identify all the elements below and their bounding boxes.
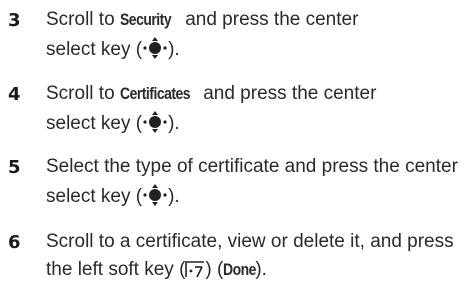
step-4: 4 Scroll to Certificates and press the c… (0, 83, 466, 138)
nav-center-key-icon (143, 37, 167, 59)
step-text-line-1: Select the type of certificate and press… (46, 156, 458, 178)
step-text: select key ( (46, 186, 143, 207)
step-text: and press the center (197, 83, 377, 104)
step-text-line-2: the left soft key ( ) (Done). (46, 259, 267, 281)
step-text-line-1: Scroll to Certificates and press the cen… (46, 83, 376, 105)
step-text: Scroll to (46, 9, 120, 30)
step-text-line-2: select key ( ). (46, 37, 180, 61)
step-text-line-1: Scroll to Security and press the center (46, 9, 358, 31)
step-text: the left soft key ( (46, 259, 186, 280)
step-number: 6 (8, 232, 21, 253)
step-text-line-2: select key ( ). (46, 111, 180, 135)
nav-center-key-icon (143, 111, 167, 133)
step-6: 6 Scroll to a certificate, view or delet… (0, 231, 466, 286)
step-text: ) ( (205, 259, 224, 280)
step-text: Scroll to (46, 83, 120, 104)
step-text-line-1: Scroll to a certificate, view or delete … (46, 231, 454, 253)
step-text: and press the center (179, 9, 359, 30)
step-text: select key ( (46, 113, 143, 134)
step-text: ). (168, 186, 180, 207)
step-number: 4 (8, 84, 21, 105)
step-5: 5 Select the type of certificate and pre… (0, 156, 466, 211)
step-text: ). (168, 113, 180, 134)
left-soft-key-icon (185, 261, 205, 278)
step-text: Select the type of certificate and press… (46, 156, 458, 177)
menu-keyword: Done (223, 260, 257, 279)
step-number: 5 (8, 157, 21, 178)
menu-keyword: Security (119, 10, 172, 29)
step-text: ). (255, 259, 267, 280)
step-text: ). (168, 39, 180, 60)
menu-keyword: Certificates (119, 84, 191, 103)
step-3: 3 Scroll to Security and press the cente… (0, 9, 466, 64)
step-text: select key ( (46, 39, 143, 60)
nav-center-key-icon (143, 184, 167, 206)
step-text: Scroll to a certificate, view or delete … (46, 231, 454, 252)
step-number: 3 (8, 10, 21, 31)
step-text-line-2: select key ( ). (46, 184, 180, 208)
